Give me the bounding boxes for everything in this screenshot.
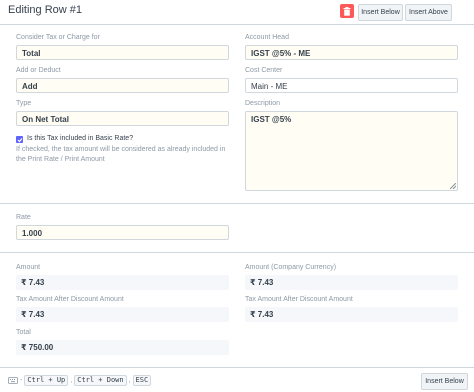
check-icon [17, 137, 22, 142]
total-label: Total [16, 329, 31, 336]
insert-below-button[interactable]: Insert Below [358, 4, 403, 21]
description-text: IGST @5% [251, 115, 292, 124]
included-in-rate-help: If checked, the tax amount will be consi… [16, 145, 225, 165]
shortcut-ctrl-down: Ctrl + Down [74, 375, 127, 386]
tax-after-discount-company-label: Tax Amount After Discount Amount [245, 296, 353, 303]
rate-label: Rate [16, 214, 31, 221]
tax-after-discount-company-value: ₹ 7.43 [245, 307, 458, 322]
keyboard-shortcuts: - Ctrl + Up , Ctrl + Down , ESC [8, 375, 152, 386]
shortcut-separator: , [70, 377, 73, 384]
description-label: Description [245, 100, 281, 107]
insert-above-button[interactable]: Insert Above [405, 4, 452, 21]
resize-handle-icon[interactable] [450, 183, 456, 189]
shortcut-separator: - [20, 377, 23, 384]
shortcut-ctrl-up: Ctrl + Up [24, 375, 69, 386]
type-field[interactable]: On Net Total [16, 111, 229, 126]
account-head-label: Account Head [245, 34, 289, 41]
footer-insert-below-button[interactable]: Insert Below [421, 373, 468, 390]
add-deduct-field[interactable]: Add [16, 78, 229, 93]
trash-icon [343, 6, 351, 16]
charge-type-label: Consider Tax or Charge for [16, 34, 100, 41]
included-in-rate-label: Is this Tax included in Basic Rate? [27, 135, 134, 142]
rate-field[interactable]: 1.000 [16, 225, 229, 240]
dialog-header: Editing Row #1 Insert Below Insert Above [0, 0, 474, 25]
delete-row-button[interactable] [340, 4, 354, 18]
shortcut-esc: ESC [132, 375, 152, 386]
help-line-2: the Print Rate / Print Amount [16, 156, 105, 163]
add-deduct-label: Add or Deduct [16, 67, 61, 74]
included-in-rate-checkbox[interactable] [16, 136, 23, 143]
account-head-field[interactable]: IGST @5% - ME [245, 45, 458, 60]
type-label: Type [16, 100, 32, 107]
shortcut-separator: , [128, 377, 131, 384]
total-value: ₹ 750.00 [16, 340, 229, 355]
amount-value: ₹ 7.43 [16, 275, 229, 290]
charge-type-field[interactable]: Total [16, 45, 229, 60]
cost-center-field[interactable]: Main - ME [245, 78, 458, 93]
cost-center-label: Cost Center [245, 67, 283, 74]
tax-after-discount-value: ₹ 7.43 [16, 307, 229, 322]
dialog-footer: - Ctrl + Up , Ctrl + Down , ESC Insert B… [0, 368, 474, 392]
amount-company-label: Amount (Company Currency) [245, 264, 337, 271]
description-textarea[interactable]: IGST @5% [245, 111, 458, 191]
amount-company-value: ₹ 7.43 [245, 275, 458, 290]
keyboard-icon [8, 377, 18, 384]
dialog-title: Editing Row #1 [8, 4, 82, 16]
help-line-1: If checked, the tax amount will be consi… [16, 146, 226, 153]
tax-after-discount-label: Tax Amount After Discount Amount [16, 296, 124, 303]
amount-label: Amount [16, 264, 41, 271]
